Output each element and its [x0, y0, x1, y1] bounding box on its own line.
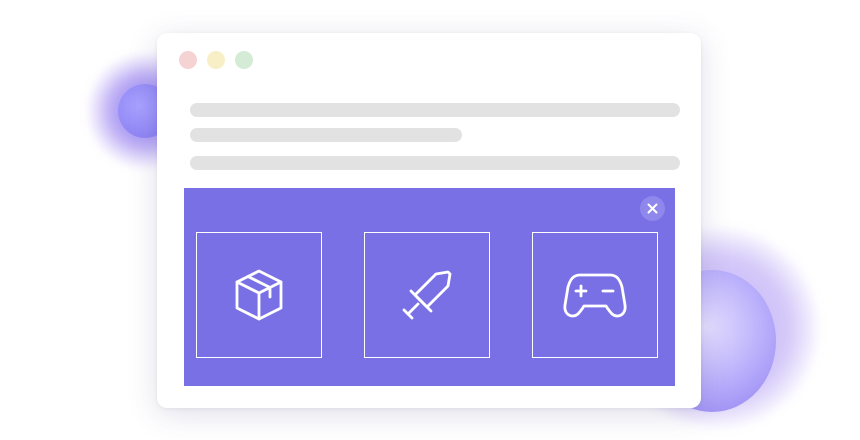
category-panel	[184, 188, 675, 386]
category-tile-sword[interactable]	[364, 232, 490, 358]
placeholder-text-line	[190, 103, 680, 117]
close-icon	[647, 203, 658, 214]
placeholder-text-line	[190, 128, 462, 142]
placeholder-text-line	[190, 156, 680, 170]
illustration-stage	[0, 0, 860, 440]
package-box-icon	[235, 269, 283, 321]
gamepad-icon	[563, 273, 627, 318]
panel-close-button[interactable]	[640, 196, 665, 221]
category-tile-gamepad[interactable]	[532, 232, 658, 358]
window-controls	[179, 51, 253, 69]
window-minimize-dot[interactable]	[207, 51, 225, 69]
window-close-dot[interactable]	[179, 51, 197, 69]
category-tile-package[interactable]	[196, 232, 322, 358]
window-maximize-dot[interactable]	[235, 51, 253, 69]
browser-window	[157, 33, 701, 408]
sword-icon	[402, 270, 452, 320]
